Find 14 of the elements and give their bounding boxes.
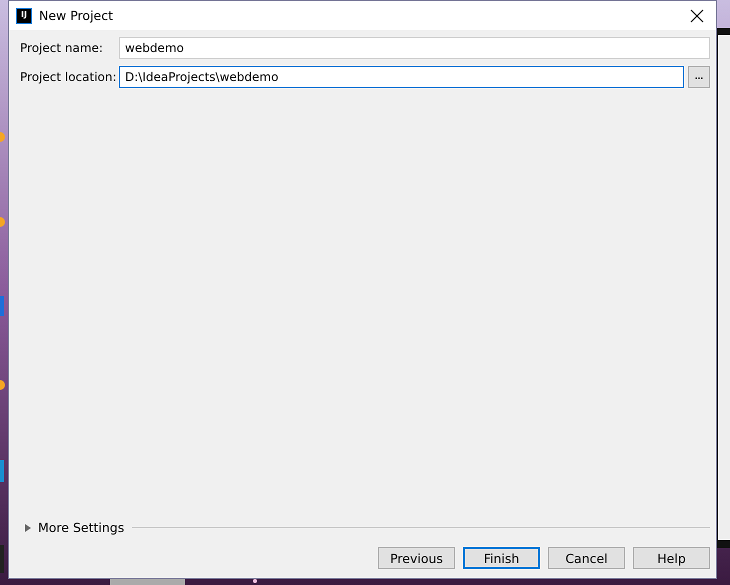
more-settings-toggle[interactable]: More Settings: [38, 520, 124, 535]
browse-button[interactable]: ...: [688, 66, 710, 88]
expand-triangle-icon[interactable]: [25, 524, 32, 532]
field-label: Project location:: [20, 70, 115, 84]
dialog-button[interactable]: Finish: [463, 547, 540, 569]
field-label: Project name:: [20, 41, 104, 55]
dialog-button[interactable]: Cancel: [548, 547, 625, 569]
input-field[interactable]: D:\IdeaProjects\webdemo: [119, 66, 684, 88]
dialog-button[interactable]: Previous: [378, 547, 455, 569]
app-logo-icon: IJ: [16, 8, 32, 24]
dialog-button[interactable]: Help: [633, 547, 710, 569]
input-field[interactable]: webdemo: [119, 37, 710, 59]
window-title: New Project: [39, 8, 114, 23]
close-icon[interactable]: [690, 8, 704, 22]
